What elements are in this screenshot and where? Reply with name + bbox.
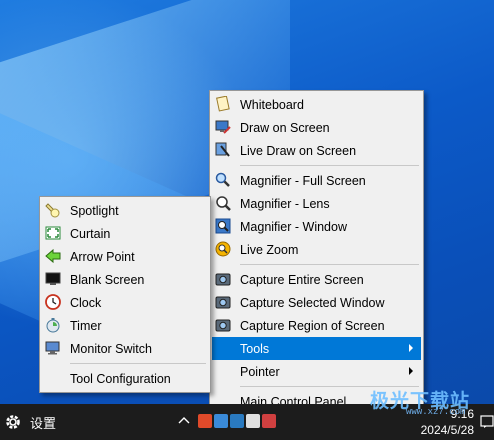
menu-item-draw-on-screen[interactable]: Draw on Screen (212, 116, 421, 139)
tray-app-icon[interactable] (214, 414, 228, 428)
menu-item-pointer[interactable]: Pointer (212, 360, 421, 383)
menu-item-capture-entire-screen[interactable]: Capture Entire Screen (212, 268, 421, 291)
gear-icon (6, 415, 20, 429)
watermark-url: www.xz7.com (406, 407, 466, 417)
tools-submenu: Spotlight Curtain Arrow Point Blank Scre… (39, 196, 211, 393)
menu-item-live-draw[interactable]: Live Draw on Screen (212, 139, 421, 162)
menu-item-capture-region[interactable]: Capture Region of Screen (212, 314, 421, 337)
clock-date: 2024/5/28 (420, 423, 474, 437)
submenu-item-arrow-point[interactable]: Arrow Point (42, 245, 208, 268)
main-context-menu: Whiteboard Draw on Screen Live Draw on S… (209, 90, 424, 416)
tray-app-icon[interactable] (230, 414, 244, 428)
submenu-item-monitor-switch[interactable]: Monitor Switch (42, 337, 208, 360)
submenu-item-spotlight[interactable]: Spotlight (42, 199, 208, 222)
menu-item-magnifier-lens[interactable]: Magnifier - Lens (212, 192, 421, 215)
tray-app-icon[interactable] (198, 414, 212, 428)
blank-screen-icon (45, 272, 61, 285)
system-tray-icons (198, 414, 276, 430)
tray-app-icon[interactable] (246, 414, 260, 428)
menu-item-magnifier-full[interactable]: Magnifier - Full Screen (212, 169, 421, 192)
timer-icon (46, 318, 60, 333)
menu-separator (240, 165, 419, 166)
magnifier-full-icon (215, 172, 230, 187)
magnifier-lens-icon (216, 196, 231, 211)
arrow-point-icon (45, 248, 61, 264)
live-draw-icon (215, 142, 230, 157)
menu-item-magnifier-window[interactable]: Magnifier - Window (212, 215, 421, 238)
settings-button[interactable]: 设置 (4, 411, 84, 433)
menu-item-capture-selected-window[interactable]: Capture Selected Window (212, 291, 421, 314)
live-zoom-icon (215, 241, 231, 257)
menu-item-tools[interactable]: Tools (212, 337, 421, 360)
menu-separator (70, 363, 206, 364)
camera-icon (215, 296, 231, 309)
whiteboard-icon (216, 96, 230, 112)
camera-icon (215, 319, 231, 332)
submenu-item-clock[interactable]: Clock (42, 291, 208, 314)
submenu-item-tool-configuration[interactable]: Tool Configuration (42, 367, 208, 390)
notification-icon[interactable] (480, 415, 494, 429)
menu-separator (240, 264, 419, 265)
tray-app-icon[interactable] (262, 414, 276, 428)
camera-icon (215, 273, 231, 286)
draw-screen-icon (215, 120, 231, 134)
menu-item-live-zoom[interactable]: Live Zoom (212, 238, 421, 261)
menu-item-whiteboard[interactable]: Whiteboard (212, 93, 421, 116)
submenu-item-curtain[interactable]: Curtain (42, 222, 208, 245)
monitor-switch-icon (45, 341, 60, 355)
submenu-item-timer[interactable]: Timer (42, 314, 208, 337)
chevron-up-icon[interactable] (177, 414, 191, 428)
submenu-arrow-icon (409, 344, 413, 352)
spotlight-icon (45, 203, 60, 218)
clock-icon (45, 294, 61, 310)
curtain-icon (45, 226, 61, 240)
submenu-arrow-icon (409, 367, 413, 375)
magnifier-window-icon (215, 218, 231, 234)
submenu-item-blank-screen[interactable]: Blank Screen (42, 268, 208, 291)
